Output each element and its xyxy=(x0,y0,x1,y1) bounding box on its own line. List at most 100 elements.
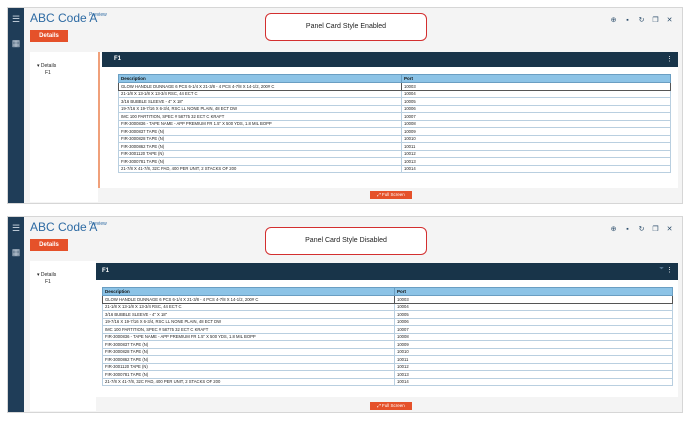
cell-port: 10014 xyxy=(394,377,673,386)
cell-port: 10009 xyxy=(401,127,671,136)
cell-port: 10004 xyxy=(394,302,673,311)
save-icon[interactable]: ▪ xyxy=(623,16,632,25)
cell-description: FIR-3001120 TAPE (N) xyxy=(118,149,402,158)
panel-card: F1 ⏷ ⋮ Description Port GLOW HANDLE DUNN… xyxy=(96,263,678,397)
column-header-description[interactable]: Description xyxy=(118,74,402,83)
callout-annotation: Panel Card Style Disabled xyxy=(265,227,427,255)
table-row[interactable]: GLOW HANDLE DUNNAGE 6 PCS 6-1/4 X 21-3/8… xyxy=(102,295,673,304)
apps-grid-icon[interactable]: ▦ xyxy=(11,38,21,48)
add-icon[interactable]: ⊕ xyxy=(609,16,618,25)
cell-description: 21-7/8 X 41-7/8, 32C PAD, 400 PER UNIT, … xyxy=(118,164,402,173)
table-row[interactable]: 21-7/8 X 41-7/8, 32C PAD, 400 PER UNIT, … xyxy=(118,164,671,173)
cell-port: 10012 xyxy=(394,362,673,371)
cell-description: 21-1/8 X 13-1/8 X 13-3/4 RSC, 44 ECT C xyxy=(102,302,395,311)
full-screen-button[interactable]: ⤢ Full Screen xyxy=(370,402,412,410)
table-row[interactable]: 19-7/16 X 19-7/16 X 6-3/4, RSC LL NONE P… xyxy=(118,104,671,113)
screenshot-card-style-enabled: ☰ ▦ ABC Code A Preview Details Panel Car… xyxy=(7,7,683,204)
table-row[interactable]: FIR-3000862 TAPE (N) 10011 xyxy=(118,142,671,151)
table-row[interactable]: 19-7/16 X 19-7/16 X 6-3/4, RSC LL NONE P… xyxy=(102,317,673,326)
panel-header: F1 ⋮ xyxy=(102,52,678,67)
cell-port: 10007 xyxy=(401,112,671,121)
panel-title: F1 xyxy=(102,268,110,274)
refresh-icon[interactable]: ↻ xyxy=(637,16,646,25)
cell-port: 10014 xyxy=(401,164,671,173)
table-row[interactable]: FIR-3000781 TAPE (N) 10013 xyxy=(102,370,673,379)
column-header-port[interactable]: Port xyxy=(394,287,673,296)
cell-description: 3/16 BUBBLE SLEEVE - 4" X 18" xyxy=(118,97,402,106)
close-icon[interactable]: ✕ xyxy=(665,16,674,25)
data-table: Description Port GLOW HANDLE DUNNAGE 6 P… xyxy=(102,287,673,386)
cell-port: 10005 xyxy=(401,97,671,106)
full-screen-button[interactable]: ⤢ Full Screen xyxy=(370,191,412,199)
cell-port: 10007 xyxy=(394,325,673,334)
details-button[interactable]: Details xyxy=(30,239,68,251)
table-row[interactable]: 3/16 BUBBLE SLEEVE - 4" X 18" 10005 xyxy=(102,310,673,319)
column-header-description[interactable]: Description xyxy=(102,287,395,296)
cell-port: 10009 xyxy=(394,340,673,349)
cell-port: 10003 xyxy=(394,295,673,304)
copy-icon[interactable]: ❐ xyxy=(651,225,660,234)
cell-description: FIR-3000781 TAPE (N) xyxy=(102,370,395,379)
filter-icon[interactable]: ⏷ xyxy=(659,266,664,273)
tree-node-f1[interactable]: F1 xyxy=(45,279,51,285)
table-row[interactable]: IMC 100 PARTITION, SPEC # 58775 32 ECT C… xyxy=(102,325,673,334)
cell-port: 10013 xyxy=(401,157,671,166)
table-row[interactable]: FIR-3000837 TAPE (N) 10009 xyxy=(102,340,673,349)
cell-port: 10006 xyxy=(401,104,671,113)
cell-description: IMC 100 PARTITION, SPEC # 58775 32 ECT C… xyxy=(118,112,402,121)
navigation-tree: ▾ Details F1 xyxy=(30,261,96,411)
table-row[interactable]: 21-1/8 X 13-1/8 X 13-3/4 RSC, 44 ECT C 10… xyxy=(102,302,673,311)
table-row[interactable]: FIR-3000836 - TAPE NAME - APP PREMIUM FR… xyxy=(102,332,673,341)
navigation-tree: ▾ Details F1 xyxy=(30,52,98,202)
table-row[interactable]: GLOW HANDLE DUNNAGE 6 PCS 6-1/4 X 21-3/8… xyxy=(118,82,671,91)
menu-icon[interactable]: ☰ xyxy=(11,14,21,24)
data-table: Description Port GLOW HANDLE DUNNAGE 6 P… xyxy=(118,74,671,173)
copy-icon[interactable]: ❐ xyxy=(651,16,660,25)
more-menu-icon[interactable]: ⋮ xyxy=(666,266,673,274)
cell-description: FIR-3000828 TAPE (N) xyxy=(118,134,402,143)
details-button[interactable]: Details xyxy=(30,30,68,42)
apps-grid-icon[interactable]: ▦ xyxy=(11,247,21,257)
cell-description: FIR-3000836 - TAPE NAME - APP PREMIUM FR… xyxy=(102,332,395,341)
add-icon[interactable]: ⊕ xyxy=(609,225,618,234)
cell-description: 19-7/16 X 19-7/16 X 6-3/4, RSC LL NONE P… xyxy=(102,317,395,326)
cell-description: IMC 100 PARTITION, SPEC # 58775 32 ECT C… xyxy=(102,325,395,334)
table-row[interactable]: FIR-3000828 TAPE (N) 10010 xyxy=(102,347,673,356)
cell-port: 10010 xyxy=(401,134,671,143)
table-row[interactable]: 21-1/8 X 13-1/8 X 13-3/4 RSC, 44 ECT C 10… xyxy=(118,89,671,98)
tree-node-details[interactable]: ▾ Details xyxy=(37,272,56,278)
table-row[interactable]: FIR-3001120 TAPE (N) 10012 xyxy=(118,149,671,158)
cell-description: GLOW HANDLE DUNNAGE 6 PCS 6-1/4 X 21-3/8… xyxy=(102,295,395,304)
cell-description: FIR-3000862 TAPE (N) xyxy=(118,142,402,151)
table-row[interactable]: IMC 100 PARTITION, SPEC # 58775 32 ECT C… xyxy=(118,112,671,121)
app-title: ABC Code A xyxy=(30,11,98,25)
table-row[interactable]: 3/16 BUBBLE SLEEVE - 4" X 18" 10005 xyxy=(118,97,671,106)
tree-node-details[interactable]: ▾ Details xyxy=(37,63,56,69)
more-menu-icon[interactable]: ⋮ xyxy=(666,55,673,63)
table-row[interactable]: FIR-3000836 - TAPE NAME - APP PREMIUM FR… xyxy=(118,119,671,128)
table-row[interactable]: 21-7/8 X 41-7/8, 32C PAD, 400 PER UNIT, … xyxy=(102,377,673,386)
table-row[interactable]: FIR-3000862 TAPE (N) 10011 xyxy=(102,355,673,364)
table-row[interactable]: FIR-3000781 TAPE (N) 10013 xyxy=(118,157,671,166)
table-row[interactable]: FIR-3000828 TAPE (N) 10010 xyxy=(118,134,671,143)
cell-port: 10006 xyxy=(394,317,673,326)
cell-description: FIR-3001120 TAPE (N) xyxy=(102,362,395,371)
table-row[interactable]: FIR-3000837 TAPE (N) 10009 xyxy=(118,127,671,136)
cell-description: FIR-3000828 TAPE (N) xyxy=(102,347,395,356)
tree-node-f1[interactable]: F1 xyxy=(45,70,51,76)
cell-description: 21-1/8 X 13-1/8 X 13-3/4 RSC, 44 ECT C xyxy=(118,89,402,98)
cell-port: 10011 xyxy=(401,142,671,151)
toolbar: ⊕ ▪ ↻ ❐ ✕ xyxy=(609,16,674,25)
cell-description: 3/16 BUBBLE SLEEVE - 4" X 18" xyxy=(102,310,395,319)
cell-description: FIR-3000781 TAPE (N) xyxy=(118,157,402,166)
cell-port: 10011 xyxy=(394,355,673,364)
close-icon[interactable]: ✕ xyxy=(665,225,674,234)
refresh-icon[interactable]: ↻ xyxy=(637,225,646,234)
preview-badge: Preview xyxy=(89,12,107,18)
table-row[interactable]: FIR-3001120 TAPE (N) 10012 xyxy=(102,362,673,371)
column-header-port[interactable]: Port xyxy=(401,74,671,83)
cell-port: 10005 xyxy=(394,310,673,319)
menu-icon[interactable]: ☰ xyxy=(11,223,21,233)
save-icon[interactable]: ▪ xyxy=(623,225,632,234)
panel-title: F1 xyxy=(114,56,122,62)
